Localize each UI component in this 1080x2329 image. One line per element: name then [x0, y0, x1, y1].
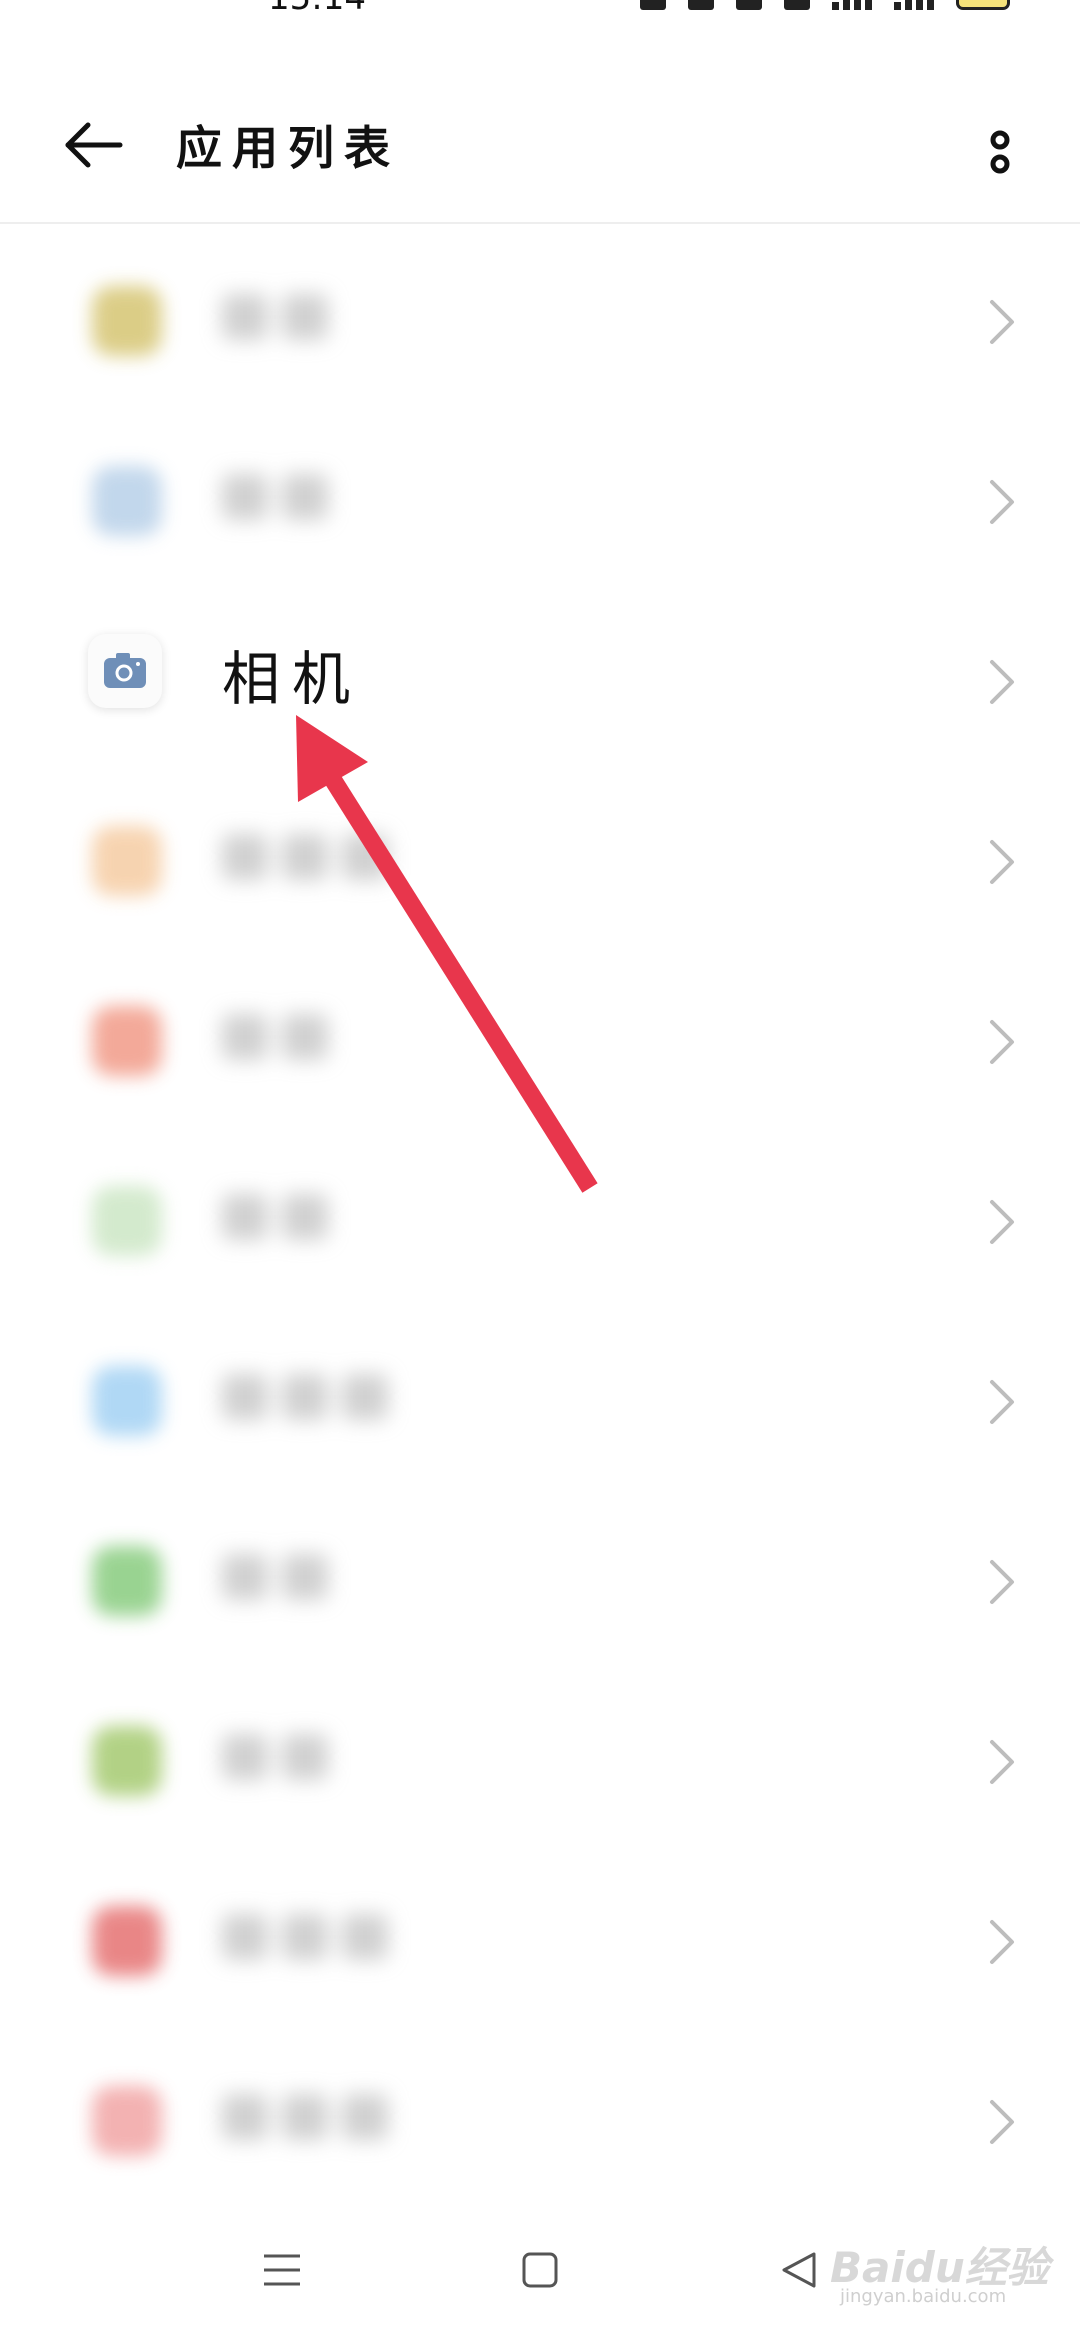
more-vertical-icon — [990, 130, 1010, 174]
chevron-right-icon — [990, 1740, 1014, 1784]
list-item[interactable] — [0, 1662, 1080, 1842]
recent-apps-button[interactable] — [252, 2240, 312, 2300]
status-time: 15:14 — [268, 0, 366, 18]
list-item[interactable] — [0, 762, 1080, 942]
alarm-icon — [640, 0, 666, 10]
list-item[interactable] — [0, 222, 1080, 402]
blurred-app-name — [222, 1554, 342, 1610]
list-item[interactable] — [0, 2022, 1080, 2202]
chevron-right-icon — [990, 1560, 1014, 1604]
blurred-app-name — [222, 834, 402, 890]
menu-icon — [264, 2254, 300, 2286]
blurred-app-name — [222, 1014, 342, 1070]
square-icon — [522, 2252, 558, 2288]
camera-app-label: 相机 — [222, 645, 363, 713]
list-item[interactable] — [0, 942, 1080, 1122]
blurred-app-name — [222, 1194, 342, 1250]
page-title: 应用列表 — [176, 121, 400, 175]
back-arrow-icon — [65, 122, 123, 168]
back-nav-button[interactable] — [770, 2240, 830, 2300]
app-icon — [92, 2086, 162, 2156]
chevron-right-icon — [990, 2100, 1014, 2144]
app-bar: 应用列表 — [0, 60, 1080, 224]
status-bar: 15:14 57 — [0, 0, 1080, 18]
camera-app-icon — [88, 634, 162, 708]
nfc-icon — [784, 0, 810, 10]
blurred-app-name — [222, 1734, 342, 1790]
list-item[interactable] — [0, 1122, 1080, 1302]
chevron-right-icon — [990, 1920, 1014, 1964]
home-button[interactable] — [510, 2240, 570, 2300]
blurred-app-name — [222, 1374, 402, 1430]
chevron-right-icon — [990, 300, 1014, 344]
mute-icon — [688, 0, 714, 10]
status-icons: 57 — [640, 0, 1010, 10]
chevron-right-icon — [990, 480, 1014, 524]
list-item[interactable] — [0, 402, 1080, 582]
app-icon — [92, 1906, 162, 1976]
app-icon — [92, 1366, 162, 1436]
battery-icon: 57 — [956, 0, 1010, 10]
camera-icon — [104, 653, 146, 688]
watermark-url: jingyan.baidu.com — [840, 2286, 1007, 2307]
blurred-app-name — [222, 294, 342, 350]
app-list: 相机 — [0, 222, 1080, 2222]
chevron-right-icon — [990, 660, 1014, 704]
chevron-right-icon — [990, 840, 1014, 884]
app-icon — [92, 1546, 162, 1616]
blurred-app-name — [222, 2094, 402, 2150]
list-item[interactable] — [0, 1302, 1080, 1482]
app-icon — [92, 1186, 162, 1256]
app-icon — [92, 1006, 162, 1076]
list-item[interactable] — [0, 1482, 1080, 1662]
triangle-back-icon — [782, 2252, 816, 2288]
watermark: Baidu经验 jingyan.baidu.com — [830, 2212, 1070, 2307]
blurred-app-name — [222, 474, 342, 530]
more-options-button[interactable] — [970, 116, 1030, 186]
wifi-icon — [736, 0, 762, 10]
chevron-right-icon — [990, 1380, 1014, 1424]
blurred-app-name — [222, 1914, 402, 1970]
signal-icon — [894, 0, 934, 10]
chevron-right-icon — [990, 1200, 1014, 1244]
signal-icon — [832, 0, 872, 10]
app-icon — [92, 826, 162, 896]
app-icon — [92, 286, 162, 356]
list-item[interactable] — [0, 1842, 1080, 2022]
app-icon — [92, 1726, 162, 1796]
list-item-camera[interactable]: 相机 — [0, 582, 1080, 762]
back-button[interactable] — [58, 110, 128, 180]
chevron-right-icon — [990, 1020, 1014, 1064]
app-icon — [92, 466, 162, 536]
